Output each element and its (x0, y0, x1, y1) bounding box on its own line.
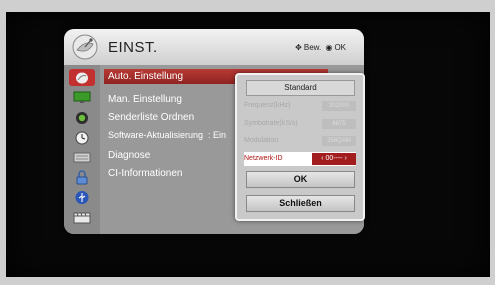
category-lock[interactable] (69, 169, 95, 186)
category-media[interactable] (69, 209, 95, 226)
nav-hint: ✥ Bew. ◉ OK (293, 43, 346, 52)
symbol-rate-field[interactable]: Symbolrate(kS/s) 6875 (244, 117, 356, 131)
category-time[interactable] (69, 129, 95, 146)
modulation-field[interactable]: Modulation 256QAM (244, 134, 356, 148)
ok-button[interactable]: OK (246, 171, 355, 188)
arrow-right-icon[interactable]: › (345, 155, 347, 162)
menu-item-label: CI-Informationen (108, 168, 183, 179)
nav-hint-ok: OK (334, 43, 346, 52)
category-sound[interactable] (69, 109, 95, 126)
field-value: 256QAM (322, 136, 356, 146)
menu-item-label: Diagnose (108, 150, 151, 161)
field-label: Modulation (244, 137, 279, 144)
field-value: 302000 (322, 101, 356, 111)
menu-item-label: Auto. Einstellung (108, 71, 184, 82)
picture-icon (73, 91, 91, 103)
category-setup[interactable] (69, 69, 95, 86)
frequency-field[interactable]: Frequenz(kHz) 302000 (244, 99, 356, 113)
menu-item-label: Man. Einstellung (108, 94, 182, 105)
field-value: ‹ 00---- › (312, 153, 356, 165)
satellite-dish-icon (72, 34, 98, 60)
clock-icon (75, 131, 89, 144)
lock-icon (76, 170, 88, 185)
field-label: Symbolrate(kS/s) (244, 120, 298, 127)
auto-tuning-popup: Standard Frequenz(kHz) 302000 Symbolrate… (235, 73, 365, 221)
usb-icon (75, 191, 89, 204)
close-button[interactable]: Schließen (246, 195, 355, 212)
network-id-field[interactable]: Netzwerk-ID ‹ 00---- › (244, 152, 356, 166)
settings-dish-icon (76, 72, 88, 83)
network-id-value: 00---- (325, 155, 343, 162)
menu-item-value: : Ein (208, 130, 227, 140)
field-label: Frequenz(kHz) (244, 102, 291, 109)
field-value: 6875 (322, 119, 356, 129)
field-label: Netzwerk-ID (244, 155, 283, 162)
menu-item-label: Software-Aktualisierung (108, 130, 204, 140)
nav-hint-move: Bew. (303, 43, 322, 52)
arrow-left-icon[interactable]: ‹ (321, 155, 323, 162)
menu-title: EINST. (108, 39, 158, 56)
option-icon (73, 152, 91, 163)
category-option[interactable] (69, 149, 95, 166)
ok-button-icon: ◉ (325, 43, 333, 52)
category-usb[interactable] (69, 189, 95, 206)
category-column (64, 65, 100, 234)
mode-selector[interactable]: Standard (246, 80, 355, 96)
category-picture[interactable] (69, 89, 95, 106)
menu-header: EINST. ✥ Bew. ◉ OK (64, 29, 364, 66)
sound-icon (76, 111, 88, 124)
menu-item-label: Senderliste Ordnen (108, 112, 195, 123)
media-icon (73, 212, 91, 224)
dpad-icon: ✥ (295, 43, 302, 52)
